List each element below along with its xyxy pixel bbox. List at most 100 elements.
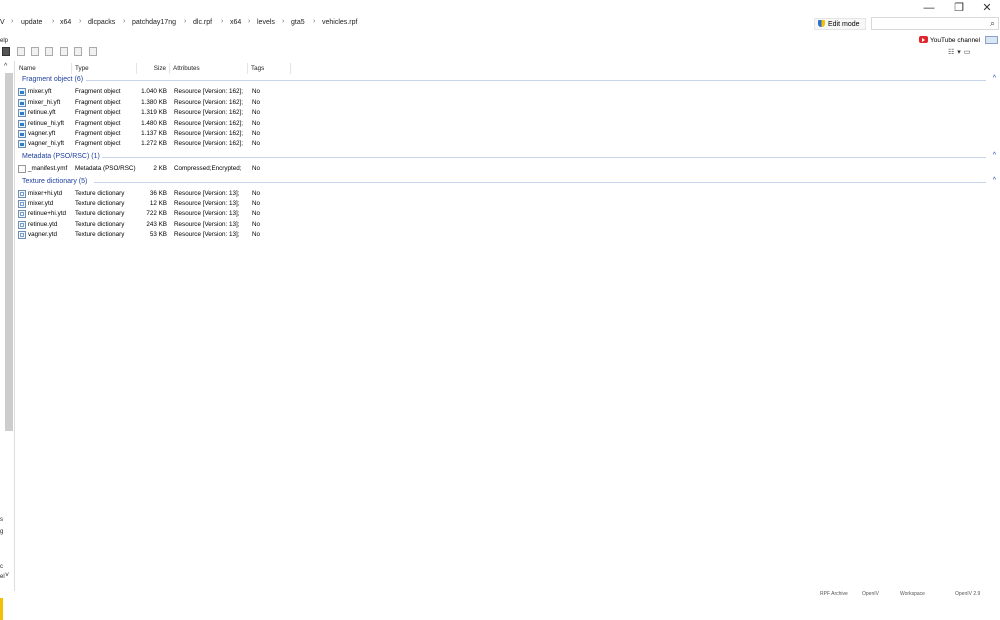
youtube-icon xyxy=(919,36,928,43)
chevron-down-icon[interactable]: ▾ xyxy=(957,49,961,56)
status-text: Workspace xyxy=(900,591,925,597)
column-header-size[interactable]: Size xyxy=(137,63,170,74)
shield-icon xyxy=(818,20,825,27)
file-tags: No xyxy=(252,200,261,207)
edit-mode-button[interactable]: Edit mode xyxy=(814,18,866,30)
minimize-button[interactable]: — xyxy=(917,0,941,16)
collapse-icon[interactable]: ^ xyxy=(993,75,996,82)
breadcrumb-item[interactable]: vehicles.rpf xyxy=(322,19,357,26)
chevron-down-icon[interactable]: ˅ xyxy=(5,572,9,579)
file-tags: No xyxy=(252,120,261,127)
group-divider xyxy=(94,182,986,183)
file-attributes: Resource [Version: 162]; xyxy=(174,99,243,106)
breadcrumb-item[interactable]: x64 xyxy=(60,19,71,26)
table-row[interactable]: vagner.yft Fragment object 1.137 KB Reso… xyxy=(16,129,276,139)
file-attributes: Resource [Version: 13]; xyxy=(174,231,240,238)
file-type: Fragment object xyxy=(75,140,121,147)
file-attributes: Resource [Version: 162]; xyxy=(174,109,243,116)
file-type: Texture dictionary xyxy=(75,231,125,238)
scrollbar-thumb[interactable] xyxy=(5,73,13,431)
breadcrumb-item[interactable]: gta5 xyxy=(291,19,305,26)
status-bar: RPF Archive OpenIV Workspace OpenIV 2.9 xyxy=(0,591,1000,597)
table-row[interactable]: vagner_hi.yft Fragment object 1.272 KB R… xyxy=(16,139,276,149)
breadcrumb-item[interactable]: patchday17ng xyxy=(132,19,176,26)
replace-icon[interactable] xyxy=(74,47,82,56)
file-attributes: Resource [Version: 162]; xyxy=(174,130,243,137)
file-size: 243 KB xyxy=(146,221,167,228)
table-row[interactable]: retinue_hi.yft Fragment object 1.480 KB … xyxy=(16,119,276,129)
table-row[interactable]: retinue.yft Fragment object 1.319 KB Res… xyxy=(16,108,276,118)
file-size: 1.380 KB xyxy=(141,99,167,106)
breadcrumb-item[interactable]: dlc.rpf xyxy=(193,19,212,26)
folder-icon xyxy=(0,598,3,620)
nav-fragment[interactable]: c xyxy=(0,564,3,570)
view-list-icon[interactable]: ☷ xyxy=(948,49,954,56)
preview-pane-icon[interactable]: ▭ xyxy=(964,49,971,56)
export-icon[interactable] xyxy=(60,47,68,56)
breadcrumb-item[interactable]: dlcpacks xyxy=(88,19,115,26)
file-size: 1.272 KB xyxy=(141,140,167,147)
group-header[interactable]: Texture dictionary (5) xyxy=(22,178,87,185)
navigation-pane: ^ s g c el ˅ xyxy=(0,61,15,620)
breadcrumb-item[interactable]: levels xyxy=(257,19,275,26)
file-tags: No xyxy=(252,190,261,197)
file-tags: No xyxy=(252,109,261,116)
collapse-icon[interactable]: ^ xyxy=(993,177,996,184)
texture-file-icon xyxy=(18,190,26,198)
column-header-name[interactable]: Name xyxy=(16,63,72,74)
file-type: Fragment object xyxy=(75,120,121,127)
file-name: vagner_hi.yft xyxy=(28,140,65,147)
table-row[interactable]: mixer_hi.yft Fragment object 1.380 KB Re… xyxy=(16,98,276,108)
column-header-type[interactable]: Type xyxy=(72,63,137,74)
group-header[interactable]: Metadata (PSO/RSC) (1) xyxy=(22,153,100,160)
file-name: retinue+hi.ytd xyxy=(28,210,66,217)
table-row[interactable]: mixer+hi.ytd Texture dictionary 36 KB Re… xyxy=(16,189,276,199)
search-input[interactable]: ⌕ xyxy=(871,17,999,30)
nav-fragment[interactable]: s xyxy=(0,517,3,523)
file-name: _manifest.ymf xyxy=(28,165,68,172)
back-icon[interactable] xyxy=(2,47,10,56)
table-row[interactable]: mixer.yft Fragment object 1.040 KB Resou… xyxy=(16,87,276,97)
file-tags: No xyxy=(252,221,261,228)
panel-toggle-button[interactable] xyxy=(985,36,998,44)
search-icon[interactable]: ⌕ xyxy=(990,18,995,29)
group-header[interactable]: Fragment object (6) xyxy=(22,76,83,83)
youtube-label: YouTube channel xyxy=(930,37,981,44)
status-text: OpenIV 2.9 xyxy=(955,591,981,597)
column-header-tags[interactable]: Tags xyxy=(248,63,291,74)
group-divider xyxy=(86,80,986,81)
file-tags: No xyxy=(252,99,261,106)
menu-fragment[interactable]: elp xyxy=(0,38,8,44)
breadcrumb-item[interactable]: update xyxy=(21,19,42,26)
chevron-right-icon: › xyxy=(184,18,187,25)
fragment-file-icon xyxy=(18,130,26,138)
nav-fragment[interactable]: el xyxy=(0,574,5,580)
view-controls: ☷ ▾ ▭ xyxy=(948,48,973,56)
restore-button[interactable]: ❐ xyxy=(947,0,971,16)
table-row[interactable]: retinue+hi.ytd Texture dictionary 722 KB… xyxy=(16,209,276,219)
paste-icon[interactable] xyxy=(45,47,53,56)
new-folder-icon[interactable] xyxy=(17,47,25,56)
copy-icon[interactable] xyxy=(31,47,39,56)
file-attributes: Resource [Version: 13]; xyxy=(174,200,240,207)
breadcrumb-item[interactable]: x64 xyxy=(230,19,241,26)
nav-fragment[interactable]: g xyxy=(0,529,3,535)
table-row[interactable]: vagner.ytd Texture dictionary 53 KB Reso… xyxy=(16,230,276,240)
fragment-file-icon xyxy=(18,88,26,96)
youtube-channel-link[interactable]: YouTube channel xyxy=(919,36,980,44)
fragment-file-icon xyxy=(18,120,26,128)
delete-icon[interactable] xyxy=(89,47,97,56)
close-button[interactable]: ✕ xyxy=(975,0,999,16)
file-size: 1.319 KB xyxy=(141,109,167,116)
table-row[interactable]: retinue.ytd Texture dictionary 243 KB Re… xyxy=(16,220,276,230)
file-attributes: Resource [Version: 162]; xyxy=(174,88,243,95)
collapse-icon[interactable]: ^ xyxy=(993,152,996,159)
file-type: Fragment object xyxy=(75,88,121,95)
scroll-up-icon[interactable]: ^ xyxy=(4,63,7,70)
chevron-right-icon: › xyxy=(123,18,126,25)
table-row[interactable]: mixer.ytd Texture dictionary 12 KB Resou… xyxy=(16,199,276,209)
file-type: Texture dictionary xyxy=(75,190,125,197)
file-type: Fragment object xyxy=(75,109,121,116)
table-row[interactable]: _manifest.ymf Metadata (PSO/RSC) 2 KB Co… xyxy=(16,164,276,174)
column-header-attributes[interactable]: Attributes xyxy=(170,63,248,74)
